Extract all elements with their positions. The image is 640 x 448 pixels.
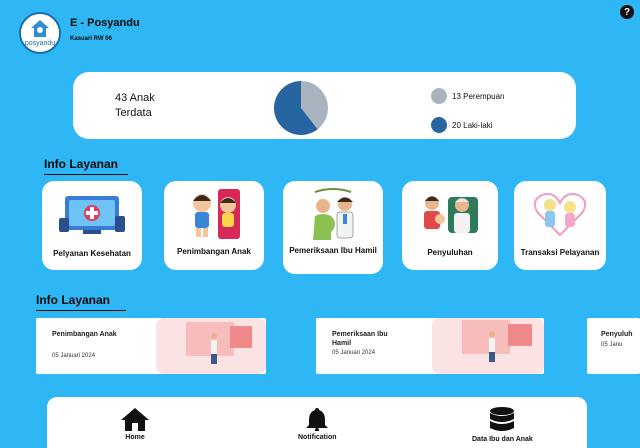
service-label-counseling: Penyuluhan [427, 248, 473, 257]
nav-item-home[interactable]: Home [120, 407, 150, 441]
nav-item-data[interactable]: Data Ibu dan Anak [472, 407, 533, 443]
schedule-date: 05 Janu [601, 342, 623, 348]
legend-label-female: 13 Perempuan [452, 91, 505, 101]
section-underline [36, 310, 126, 311]
logo-text: posyandu [24, 40, 56, 47]
service-label-health: Pelyanan Kesehatan [53, 249, 131, 258]
presentation-illustration-icon [432, 318, 544, 374]
nav-label-data: Data Ibu dan Anak [472, 436, 533, 443]
children-icon [184, 189, 244, 239]
service-card-pregnancy[interactable]: Pemeriksaan Ibu Hamil [283, 181, 383, 274]
nav-label-notification: Notification [298, 434, 337, 441]
counseling-icon [418, 189, 482, 239]
legend-dot-male [431, 117, 447, 133]
presentation-illustration-icon [156, 318, 266, 374]
legend-item-female: 13 Perempuan [431, 88, 504, 104]
service-card-transaction[interactable]: Transaksi Pelayanan [514, 181, 606, 270]
summary-card: 43 Anak Terdata 13 Perempuan 20 Laki-lak… [73, 72, 576, 139]
schedule-date: 05 Januari 2024 [332, 350, 376, 356]
services-section-title-text: Info Layanan [44, 157, 119, 171]
legend-item-male: 20 Laki-laki [431, 117, 492, 133]
gender-pie-chart [274, 81, 328, 135]
schedule-title: Penimbangan Anak [52, 331, 117, 338]
section-underline [44, 174, 128, 175]
legend-label-male: 20 Laki-laki [452, 120, 493, 130]
services-section-title: Info Layanan [44, 157, 128, 175]
schedule-section-title: Info Layanan [36, 293, 126, 311]
posyandu-logo: posyandu [19, 12, 61, 54]
health-service-icon [57, 189, 127, 239]
service-card-weighing[interactable]: Penimbangan Anak [164, 181, 264, 270]
service-card-counseling[interactable]: Penyuluhan [402, 181, 498, 270]
service-label-weighing: Penimbangan Anak [177, 247, 251, 256]
schedule-card-counseling[interactable]: Penyuluh 05 Janu [587, 318, 640, 374]
home-icon [121, 408, 149, 431]
schedule-title: Pemeriksaan Ibu Hamil [332, 331, 388, 347]
nav-label-home: Home [125, 434, 145, 441]
help-button[interactable]: ? [620, 5, 634, 19]
schedule-card-pregnancy[interactable]: Pemeriksaan Ibu Hamil 05 Januari 2024 [316, 318, 544, 374]
app-subtitle: Kasuari RW 06 [70, 36, 112, 42]
schedule-title: Penyuluh [601, 331, 633, 338]
bell-icon [306, 408, 329, 431]
schedule-date: 05 Januari 2024 [52, 353, 96, 359]
nav-item-notification[interactable]: Notification [298, 407, 337, 441]
schedule-card-weighing[interactable]: Penimbangan Anak 05 Januari 2024 [36, 318, 266, 374]
children-count: 43 Anak Terdata [115, 92, 155, 119]
posyandu-logo-icon [31, 20, 49, 37]
legend-dot-female [431, 88, 447, 104]
bottom-navigation: Home Notification Data Ibu dan Anak [47, 397, 587, 448]
service-label-transaction: Transaksi Pelayanan [520, 248, 600, 257]
service-label-pregnancy: Pemeriksaan Ibu Hamil [289, 246, 377, 255]
pregnancy-check-icon [301, 188, 365, 240]
database-icon [490, 407, 515, 431]
schedule-section-title-text: Info Layanan [36, 293, 111, 307]
transaction-icon [530, 189, 590, 239]
service-card-health[interactable]: Pelyanan Kesehatan [42, 181, 142, 270]
app-title: E - Posyandu [70, 17, 140, 29]
